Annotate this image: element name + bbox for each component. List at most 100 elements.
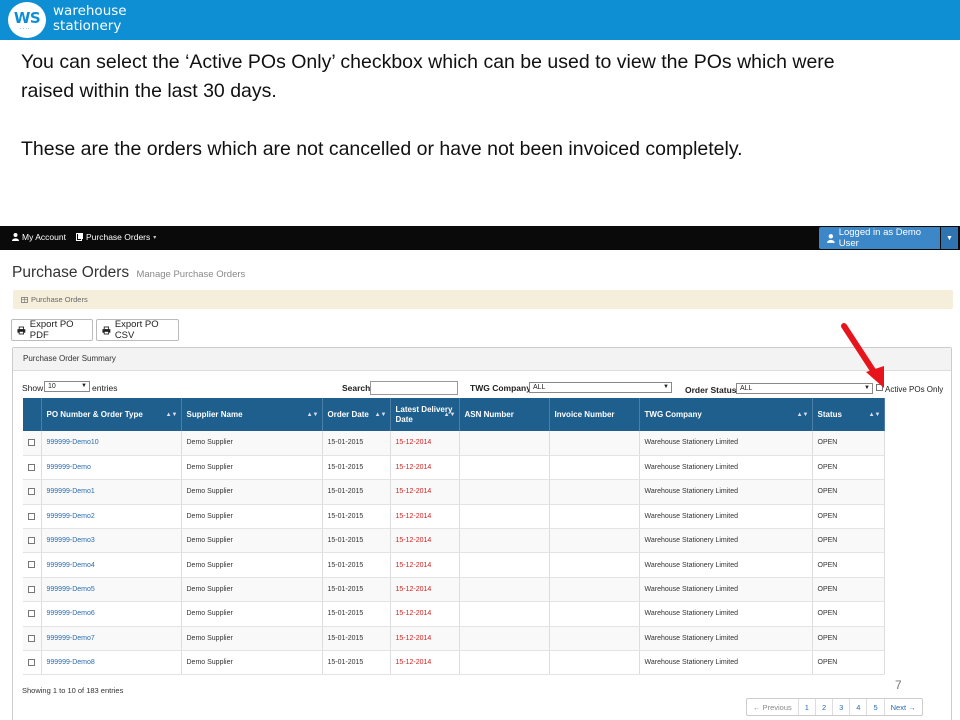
pagination-page-5[interactable]: 5 bbox=[867, 699, 885, 715]
caption-line-1: You can select the ‘Active POs Only’ che… bbox=[21, 51, 835, 73]
page-length-select[interactable]: 10 ▼ bbox=[44, 381, 90, 392]
pagination-previous[interactable]: ← Previous bbox=[747, 699, 799, 715]
asn-cell bbox=[459, 528, 550, 554]
header-po-number[interactable]: PO Number & Order Type ▲▼ bbox=[41, 398, 182, 431]
table-row[interactable]: 999999-Demo1 Demo Supplier 15-01-2015 15-12… bbox=[23, 479, 885, 505]
export-pdf-button[interactable]: Export PO PDF bbox=[11, 319, 93, 341]
status-cell: OPEN bbox=[812, 479, 885, 505]
search-input[interactable] bbox=[370, 381, 458, 395]
pagination-page-1[interactable]: 1 bbox=[799, 699, 816, 715]
po-number-link[interactable]: 999999-Demo5 bbox=[41, 577, 182, 603]
nav-purchase-orders[interactable]: Purchase Orders ▾ bbox=[76, 232, 156, 242]
breadcrumb: Purchase Orders bbox=[13, 290, 953, 309]
company-cell: Warehouse Stationery Limited bbox=[639, 431, 813, 456]
table-row[interactable]: 999999-Demo7 Demo Supplier 15-01-2015 15-12… bbox=[23, 626, 885, 652]
delivery-date-cell: 15-12-2014 bbox=[390, 577, 460, 603]
nav-my-account[interactable]: My Account bbox=[12, 232, 66, 242]
table-row[interactable]: 999999-Demo2 Demo Supplier 15-01-2015 15-12… bbox=[23, 504, 885, 530]
asn-cell bbox=[459, 455, 550, 481]
table-row[interactable]: 999999-Demo Demo Supplier 15-01-2015 15-12-… bbox=[23, 455, 885, 481]
delivery-date-cell: 15-12-2014 bbox=[390, 504, 460, 530]
invoice-cell bbox=[549, 455, 640, 481]
table-row[interactable]: 999999-Demo3 Demo Supplier 15-01-2015 15-12… bbox=[23, 528, 885, 554]
delivery-date-cell: 15-12-2014 bbox=[390, 455, 460, 481]
status-cell: OPEN bbox=[812, 626, 885, 652]
po-number-link[interactable]: 999999-Demo4 bbox=[41, 552, 182, 578]
pagination: ← Previous 1 2 3 4 5 Next → bbox=[746, 698, 923, 716]
invoice-cell bbox=[549, 479, 640, 505]
table-row[interactable]: 999999-Demo5 Demo Supplier 15-01-2015 15-12… bbox=[23, 577, 885, 603]
po-number-link[interactable]: 999999-Demo8 bbox=[41, 650, 182, 676]
page-title: Purchase Orders Manage Purchase Orders bbox=[12, 264, 245, 282]
header-order-date[interactable]: Order Date ▲▼ bbox=[322, 398, 391, 431]
company-cell: Warehouse Stationery Limited bbox=[639, 504, 813, 530]
caption-line-2: raised within the last 30 days. bbox=[21, 80, 277, 102]
page-length-value: 10 bbox=[48, 383, 56, 390]
header-twg-company[interactable]: TWG Company ▲▼ bbox=[639, 398, 813, 431]
supplier-cell: Demo Supplier bbox=[181, 479, 323, 505]
row-checkbox[interactable] bbox=[28, 439, 35, 447]
pagination-next[interactable]: Next → bbox=[885, 699, 922, 715]
page-title-text: Purchase Orders bbox=[12, 264, 130, 281]
po-number-link[interactable]: 999999-Demo3 bbox=[41, 528, 182, 554]
logo-dots: .... bbox=[20, 25, 31, 31]
caret-down-icon: ▼ bbox=[946, 234, 953, 242]
company-cell: Warehouse Stationery Limited bbox=[639, 455, 813, 481]
order-date-cell: 15-01-2015 bbox=[322, 626, 391, 652]
logged-in-dropdown-toggle[interactable]: ▼ bbox=[941, 227, 958, 249]
table-row[interactable]: 999999-Demo8 Demo Supplier 15-01-2015 15-12… bbox=[23, 650, 885, 676]
order-date-cell: 15-01-2015 bbox=[322, 455, 391, 481]
po-number-link[interactable]: 999999-Demo bbox=[41, 455, 182, 481]
table-header-row: PO Number & Order Type ▲▼ Supplier Name ▲▼… bbox=[23, 398, 885, 431]
row-checkbox-cell bbox=[23, 479, 42, 505]
company-cell: Warehouse Stationery Limited bbox=[639, 552, 813, 578]
row-checkbox-cell bbox=[23, 504, 42, 530]
invoice-cell bbox=[549, 577, 640, 603]
pagination-page-2[interactable]: 2 bbox=[816, 699, 834, 715]
row-checkbox[interactable] bbox=[28, 488, 35, 496]
po-number-link[interactable]: 999999-Demo7 bbox=[41, 626, 182, 652]
table-body: 999999-Demo10 Demo Supplier 15-01-2015 15-1… bbox=[23, 431, 885, 676]
logged-in-label: Logged in as Demo User bbox=[838, 227, 922, 249]
header-label: PO Number & Order Type bbox=[46, 409, 143, 419]
table-row[interactable]: 999999-Demo4 Demo Supplier 15-01-2015 15-12… bbox=[23, 552, 885, 578]
po-number-link[interactable]: 999999-Demo10 bbox=[41, 431, 182, 456]
delivery-date-cell: 15-12-2014 bbox=[390, 431, 460, 456]
table-row[interactable]: 999999-Demo10 Demo Supplier 15-01-2015 15-1… bbox=[23, 431, 885, 456]
row-checkbox[interactable] bbox=[28, 512, 35, 520]
breadcrumb-item[interactable]: Purchase Orders bbox=[31, 295, 88, 304]
row-checkbox[interactable] bbox=[28, 561, 35, 569]
status-cell: OPEN bbox=[812, 650, 885, 676]
po-number-link[interactable]: 999999-Demo6 bbox=[41, 601, 182, 627]
row-checkbox[interactable] bbox=[28, 585, 35, 593]
row-checkbox[interactable] bbox=[28, 610, 35, 618]
invoice-cell bbox=[549, 552, 640, 578]
header-delivery-date[interactable]: Latest Delivery Date ▲▼ bbox=[390, 398, 460, 431]
row-checkbox[interactable] bbox=[28, 537, 35, 545]
header-label: Invoice Number bbox=[554, 409, 615, 419]
export-csv-button[interactable]: Export PO CSV bbox=[96, 319, 179, 341]
table-row[interactable]: 999999-Demo6 Demo Supplier 15-01-2015 15-12… bbox=[23, 601, 885, 627]
header-status[interactable]: Status ▲▼ bbox=[812, 398, 885, 431]
logged-in-button[interactable]: Logged in as Demo User bbox=[819, 227, 940, 249]
row-checkbox[interactable] bbox=[28, 463, 35, 471]
header-asn[interactable]: ASN Number bbox=[459, 398, 550, 431]
sort-icon: ▲▼ bbox=[443, 412, 456, 418]
row-checkbox-cell bbox=[23, 552, 42, 578]
header-invoice[interactable]: Invoice Number bbox=[549, 398, 640, 431]
pagination-page-4[interactable]: 4 bbox=[850, 699, 868, 715]
status-cell: OPEN bbox=[812, 601, 885, 627]
supplier-cell: Demo Supplier bbox=[181, 626, 323, 652]
po-number-link[interactable]: 999999-Demo1 bbox=[41, 479, 182, 505]
pagination-page-3[interactable]: 3 bbox=[833, 699, 851, 715]
sort-icon: ▲▼ bbox=[868, 412, 881, 418]
twg-company-select[interactable]: ALL ▼ bbox=[529, 382, 672, 393]
header-supplier[interactable]: Supplier Name ▲▼ bbox=[181, 398, 323, 431]
row-checkbox[interactable] bbox=[28, 659, 35, 667]
invoice-cell bbox=[549, 601, 640, 627]
order-date-cell: 15-01-2015 bbox=[322, 650, 391, 676]
row-checkbox[interactable] bbox=[28, 634, 35, 642]
po-number-link[interactable]: 999999-Demo2 bbox=[41, 504, 182, 530]
company-cell: Warehouse Stationery Limited bbox=[639, 479, 813, 505]
supplier-cell: Demo Supplier bbox=[181, 455, 323, 481]
